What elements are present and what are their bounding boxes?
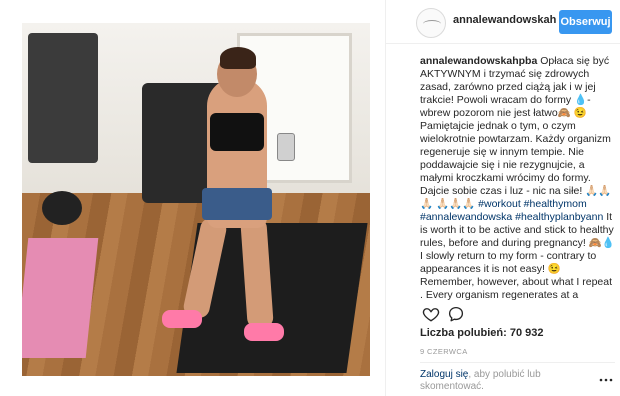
hashtag-link[interactable]: #healthymom bbox=[524, 198, 587, 210]
caption-text-pl: Opłaca się być AKTYWNYM i trzymać się zd… bbox=[420, 55, 612, 210]
post-header: annalewandowskah Obserwuj bbox=[386, 0, 620, 44]
photo-shoe-left bbox=[162, 310, 202, 328]
photo-hair bbox=[220, 47, 256, 69]
header-username[interactable]: annalewandowskah bbox=[453, 14, 556, 26]
comment-icon[interactable] bbox=[447, 305, 465, 323]
post-caption: annalewandowskahpba Opłaca się być AKTYW… bbox=[420, 55, 616, 302]
login-prompt: Zaloguj się, aby polubić lub skomentować… bbox=[420, 369, 595, 393]
caption-text-en: It is worth it to be active and stick to… bbox=[420, 211, 615, 301]
avatar[interactable] bbox=[416, 8, 446, 38]
post-date[interactable]: 9 CZERWCA bbox=[420, 347, 468, 356]
hashtag-link[interactable]: #healthyplanbyann bbox=[515, 211, 603, 223]
divider bbox=[420, 362, 615, 363]
more-options-icon[interactable] bbox=[599, 377, 613, 383]
hashtag-link[interactable]: #annalewandowska bbox=[420, 211, 512, 223]
login-link[interactable]: Zaloguj się bbox=[420, 369, 468, 380]
post-photo[interactable] bbox=[22, 23, 370, 376]
hashtag-link[interactable]: #workout bbox=[478, 198, 521, 210]
photo-phone bbox=[277, 133, 295, 161]
likes-count[interactable]: Liczba polubień: 70 932 bbox=[420, 327, 543, 339]
post-sidebar: annalewandowskah Obserwuj annalewandowsk… bbox=[385, 0, 620, 396]
caption-username[interactable]: annalewandowskahpba bbox=[420, 55, 537, 67]
avatar-signature-logo bbox=[423, 20, 441, 28]
post-actions bbox=[422, 305, 482, 323]
photo-shoe-right bbox=[244, 323, 284, 341]
photo-pink-mat bbox=[22, 238, 99, 358]
follow-button[interactable]: Obserwuj bbox=[559, 10, 612, 34]
photo-shorts bbox=[202, 188, 272, 220]
heart-icon[interactable] bbox=[422, 305, 440, 323]
photo-gym-rack bbox=[28, 33, 98, 163]
photo-weight-plate bbox=[42, 191, 82, 225]
photo-sports-top bbox=[210, 113, 264, 151]
